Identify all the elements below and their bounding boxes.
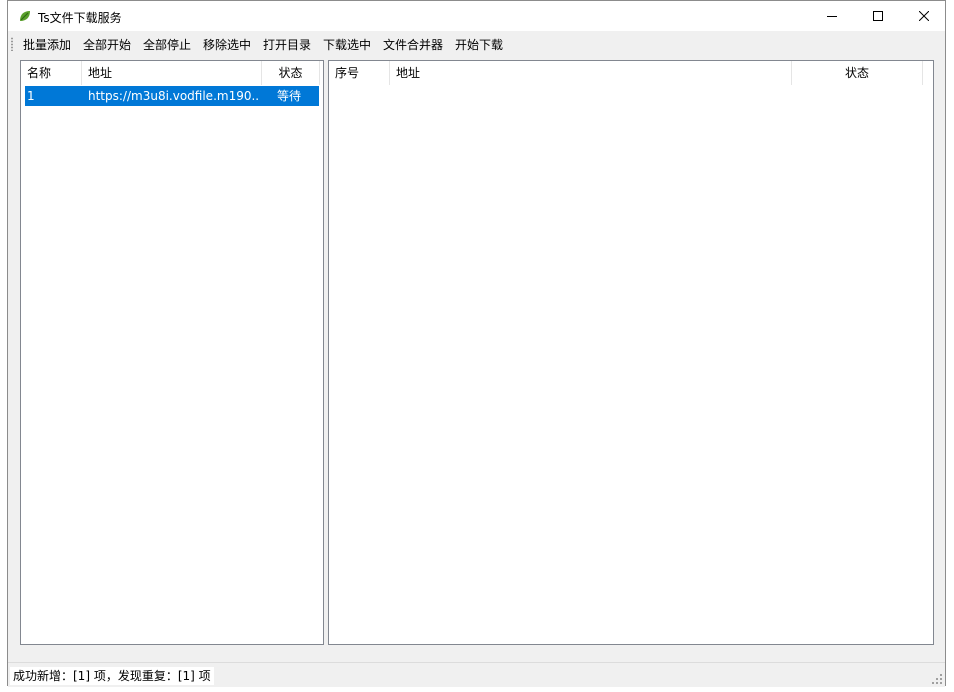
menu-stop-all[interactable]: 全部停止	[142, 36, 192, 53]
menu-batch-add[interactable]: 批量添加	[22, 36, 72, 53]
toolbar-grip[interactable]	[11, 37, 13, 51]
app-leaf-icon	[20, 11, 30, 21]
resize-grip-icon[interactable]	[932, 674, 943, 685]
task-name: 1	[27, 89, 35, 103]
task-status: 等待	[277, 89, 302, 103]
menu-start-all[interactable]: 全部开始	[82, 36, 132, 53]
menu-open-directory[interactable]: 打开目录	[262, 36, 312, 53]
column-header-state[interactable]: 状态	[792, 61, 923, 85]
menu-start-download[interactable]: 开始下载	[454, 36, 504, 53]
minimize-icon	[827, 16, 837, 17]
maximize-button[interactable]	[855, 1, 901, 31]
segment-list-view[interactable]: 序号 地址 状态	[328, 60, 934, 645]
status-message: 成功新增：[1] 项，发现重复：[1] 项	[10, 667, 214, 685]
column-header-name[interactable]: 名称	[21, 61, 82, 85]
column-header-address[interactable]: 地址	[390, 61, 792, 85]
close-button[interactable]	[901, 1, 947, 31]
segment-list-header: 序号 地址 状态	[329, 61, 933, 85]
column-header-status[interactable]: 状态	[262, 61, 320, 85]
close-icon	[919, 11, 929, 21]
menu-download-selected[interactable]: 下载选中	[322, 36, 372, 53]
minimize-button[interactable]	[809, 1, 855, 31]
menu-remove-selected[interactable]: 移除选中	[202, 36, 252, 53]
column-header-index[interactable]: 序号	[329, 61, 390, 85]
column-header-url[interactable]: 地址	[82, 61, 262, 85]
maximize-icon	[873, 11, 883, 21]
task-list-header: 名称 地址 状态	[21, 61, 323, 85]
menu-file-merger[interactable]: 文件合并器	[382, 36, 444, 53]
status-bar: 成功新增：[1] 项，发现重复：[1] 项	[8, 662, 945, 687]
task-url: https://m3u8i.vodfile.m190...	[88, 89, 258, 103]
app-window: Ts文件下载服务 批量添加 全部开始 全部停止 移除选中 打开目录 下载选中 文…	[7, 0, 946, 687]
window-title: Ts文件下载服务	[38, 11, 122, 25]
title-bar[interactable]: Ts文件下载服务	[8, 1, 945, 31]
menu-bar: 批量添加 全部开始 全部停止 移除选中 打开目录 下载选中 文件合并器 开始下载	[8, 31, 945, 56]
task-list-view[interactable]: 名称 地址 状态 1 https://m3u8i.vodfile.m190...…	[20, 60, 324, 645]
task-row[interactable]: 1 https://m3u8i.vodfile.m190... 等待	[25, 86, 319, 106]
